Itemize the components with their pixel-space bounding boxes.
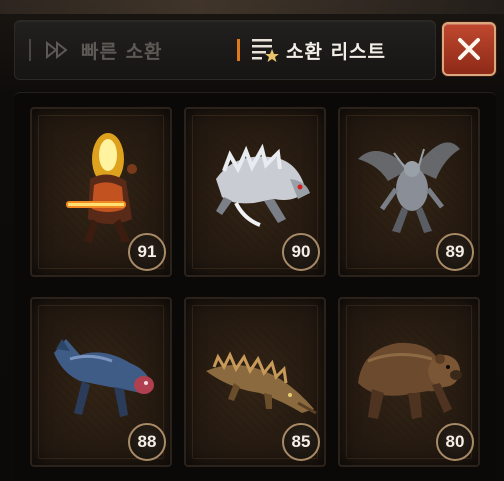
level-badge: 91 bbox=[128, 233, 166, 271]
level-badge: 80 bbox=[436, 423, 474, 461]
close-icon bbox=[458, 38, 480, 60]
level-badge: 90 bbox=[282, 233, 320, 271]
brown-bear-icon bbox=[358, 342, 462, 419]
summon-card-winged-gargoyle[interactable]: 89 bbox=[338, 107, 480, 277]
active-tab-indicator bbox=[237, 39, 240, 61]
flame-demon-icon bbox=[66, 133, 137, 243]
level-badge: 85 bbox=[282, 423, 320, 461]
level-badge: 88 bbox=[128, 423, 166, 461]
summon-window: 빠른 소환 소환 리스트 91 90 89 88 85 80 bbox=[0, 0, 504, 481]
winged-gargoyle-icon bbox=[358, 142, 460, 233]
blue-wolf-icon bbox=[54, 339, 154, 417]
level-badge: 89 bbox=[436, 233, 474, 271]
summon-card-brown-bear[interactable]: 80 bbox=[338, 297, 480, 467]
tab-quick-summon[interactable]: 빠른 소환 bbox=[29, 21, 163, 79]
summon-card-spiked-crocodile[interactable]: 85 bbox=[184, 297, 326, 467]
summon-card-blue-wolf[interactable]: 88 bbox=[30, 297, 172, 467]
close-button[interactable] bbox=[442, 22, 496, 76]
tab-summon-list[interactable]: 소환 리스트 bbox=[237, 21, 386, 79]
tab-bar: 빠른 소환 소환 리스트 bbox=[14, 20, 436, 80]
tab-quick-summon-label: 빠른 소환 bbox=[81, 40, 163, 63]
fast-forward-icon bbox=[46, 41, 68, 59]
tab-divider bbox=[29, 39, 31, 61]
tab-summon-list-label: 소환 리스트 bbox=[286, 40, 387, 63]
spiked-crocodile-icon bbox=[206, 351, 317, 415]
summon-grid: 91 90 89 88 85 80 bbox=[14, 92, 496, 481]
top-frame-strip bbox=[0, 0, 504, 14]
summon-card-flame-demon[interactable]: 91 bbox=[30, 107, 172, 277]
list-star-icon bbox=[252, 39, 279, 62]
summon-card-white-wolf[interactable]: 90 bbox=[184, 107, 326, 277]
white-wolf-icon bbox=[216, 143, 310, 227]
